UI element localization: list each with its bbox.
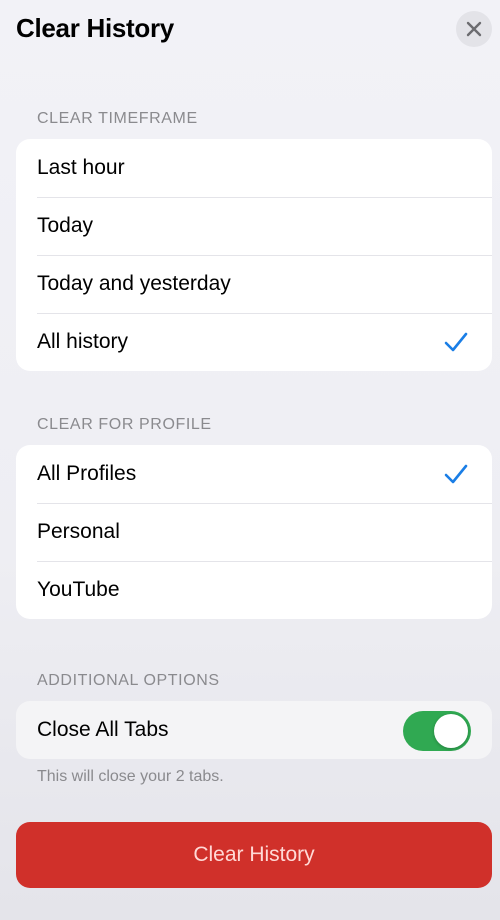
option-label: Personal [37,520,120,543]
checkmark-icon [444,332,468,352]
option-all-profiles[interactable]: All Profiles [16,445,492,503]
timeframe-group: Last hour Today Today and yesterday All … [16,139,492,371]
option-today[interactable]: Today [16,197,492,255]
option-youtube[interactable]: YouTube [16,561,492,619]
close-all-tabs-label: Close All Tabs [37,718,169,741]
option-personal[interactable]: Personal [16,503,492,561]
option-label: Last hour [37,156,125,179]
page-title: Clear History [16,13,174,43]
clear-history-button-label: Clear History [193,843,315,866]
header: Clear History [0,0,500,60]
close-all-tabs-row: Close All Tabs [16,701,492,759]
additional-group: Close All Tabs [16,701,492,759]
profile-group: All Profiles Personal YouTube [16,445,492,619]
close-button[interactable] [456,11,492,47]
option-last-hour[interactable]: Last hour [16,139,492,197]
close-tabs-footnote: This will close your 2 tabs. [37,768,224,785]
option-label: YouTube [37,578,120,601]
option-label: All history [37,330,129,353]
section-label-additional: ADDITIONAL OPTIONS [37,672,220,689]
clear-history-button[interactable]: Clear History [16,822,492,888]
option-label: All Profiles [37,462,137,485]
option-today-and-yesterday[interactable]: Today and yesterday [16,255,492,313]
option-label: Today [37,214,94,237]
checkmark-icon [444,464,468,484]
close-all-tabs-toggle[interactable] [403,711,471,751]
section-label-profile: CLEAR FOR PROFILE [37,416,212,433]
option-all-history[interactable]: All history [16,313,492,371]
toggle-knob [434,714,468,748]
section-label-timeframe: CLEAR TIMEFRAME [37,110,198,127]
close-icon [466,21,482,37]
option-label: Today and yesterday [37,272,231,295]
